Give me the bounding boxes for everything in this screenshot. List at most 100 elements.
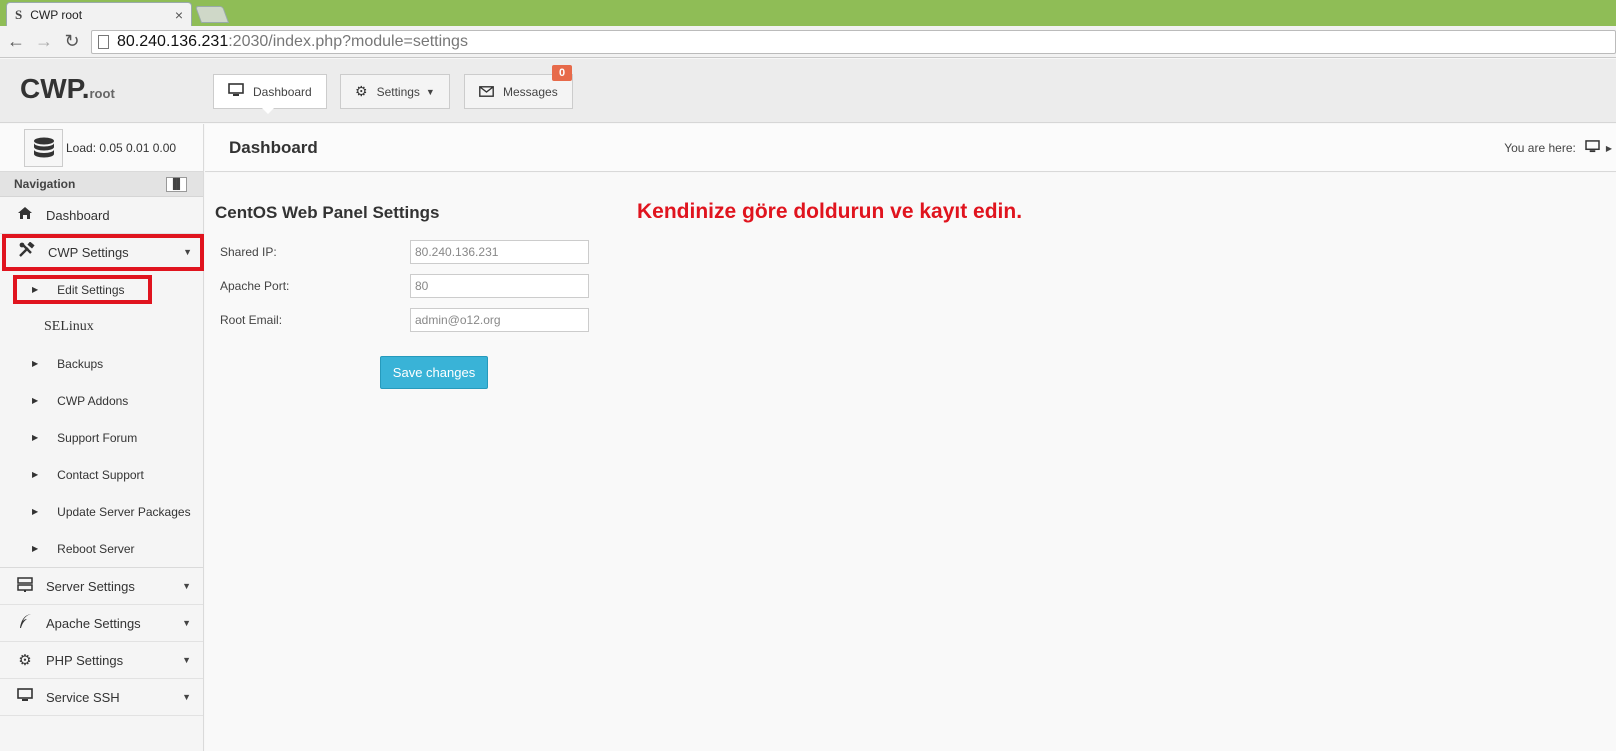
submenu-reboot-server[interactable]: ▶ Reboot Server bbox=[0, 530, 203, 567]
url-path: :2030/index.php?module=settings bbox=[228, 33, 468, 50]
caret-right-icon: ▶ bbox=[32, 507, 39, 516]
sidebar-item-apache-settings[interactable]: Apache Settings ▼ bbox=[0, 605, 203, 642]
sidebar-item-label: Server Settings bbox=[46, 578, 135, 594]
new-tab-button[interactable] bbox=[194, 6, 230, 23]
browser-tabstrip: S CWP root × bbox=[0, 0, 1616, 26]
caret-right-icon: ▶ bbox=[32, 544, 39, 553]
submenu-label: SELinux bbox=[44, 318, 94, 334]
back-icon[interactable]: ← bbox=[5, 30, 27, 52]
caret-right-icon: ▶ bbox=[32, 433, 39, 442]
database-icon[interactable] bbox=[24, 128, 63, 167]
apache-port-input[interactable] bbox=[410, 274, 589, 298]
submenu-backups[interactable]: ▶ Backups bbox=[0, 345, 203, 382]
monitor-icon bbox=[228, 83, 244, 100]
page-title: Dashboard bbox=[229, 138, 318, 157]
sidebar-item-dashboard[interactable]: Dashboard bbox=[0, 197, 203, 234]
forward-icon[interactable]: → bbox=[33, 30, 55, 52]
submenu-label: Backups bbox=[57, 356, 104, 371]
monitor-icon[interactable] bbox=[1585, 140, 1600, 156]
home-icon bbox=[12, 206, 38, 224]
page-icon bbox=[98, 35, 109, 49]
app-header: CWP.root Dashboard ⚙ Settings ▼ Messages… bbox=[0, 59, 1616, 123]
sidebar: Load: 0.05 0.01 0.00 Navigation ▐▌ Dashb… bbox=[0, 124, 204, 751]
logo-main: CWP bbox=[20, 73, 82, 104]
page-header: Dashboard You are here: ▶ bbox=[205, 124, 1616, 172]
browser-tab[interactable]: S CWP root × bbox=[6, 2, 192, 26]
sidebar-item-label: Apache Settings bbox=[46, 615, 141, 631]
submenu-edit-settings[interactable]: ▶ Edit Settings bbox=[0, 271, 203, 308]
submenu-label: Update Server Packages bbox=[57, 504, 191, 519]
chevron-down-icon: ▼ bbox=[182, 618, 191, 628]
sidebar-toggle-icon[interactable]: ▐▌ bbox=[166, 176, 187, 192]
chevron-down-icon: ▼ bbox=[425, 86, 435, 97]
tab-title: CWP root bbox=[30, 7, 83, 22]
settings-button[interactable]: ⚙ Settings ▼ bbox=[340, 74, 450, 109]
submenu-contact-support[interactable]: ▶ Contact Support bbox=[0, 456, 203, 493]
submenu-update-server-packages[interactable]: ▶ Update Server Packages bbox=[0, 493, 203, 530]
tab-favicon-icon: S bbox=[15, 6, 23, 22]
breadcrumb: You are here: ▶ bbox=[1504, 140, 1612, 156]
gear-icon: ⚙ bbox=[355, 83, 368, 99]
logo-sub: root bbox=[89, 86, 115, 101]
caret-right-icon: ▶ bbox=[32, 359, 39, 368]
submenu-label: Contact Support bbox=[57, 467, 144, 482]
submenu-selinux[interactable]: SELinux bbox=[0, 308, 203, 345]
annotation-text: Kendinize göre doldurun ve kayıt edin. bbox=[637, 200, 1023, 223]
chevron-down-icon: ▼ bbox=[182, 581, 191, 591]
navigation-heading: Navigation ▐▌ bbox=[0, 172, 203, 197]
save-changes-button[interactable]: Save changes bbox=[380, 356, 488, 389]
load-row: Load: 0.05 0.01 0.00 bbox=[0, 124, 203, 172]
monitor-icon bbox=[12, 688, 38, 706]
browser-toolbar: ← → ↻ 80.240.136.231:2030/index.php?modu… bbox=[0, 26, 1616, 58]
chevron-down-icon: ▼ bbox=[182, 692, 191, 702]
sidebar-item-label: CWP Settings bbox=[48, 244, 129, 260]
main-content: CentOS Web Panel Settings Kendinize göre… bbox=[205, 173, 1616, 751]
dashboard-button[interactable]: Dashboard bbox=[213, 74, 327, 109]
submenu-cwp-addons[interactable]: ▶ CWP Addons bbox=[0, 382, 203, 419]
cwp-settings-submenu: ▶ Edit Settings SELinux ▶ Backups ▶ CWP … bbox=[0, 271, 203, 568]
messages-label: Messages bbox=[503, 84, 558, 99]
tools-icon bbox=[14, 241, 40, 262]
submenu-label: CWP Addons bbox=[57, 393, 129, 408]
shared-ip-row: Shared IP: bbox=[220, 240, 589, 264]
shared-ip-input[interactable] bbox=[410, 240, 589, 264]
tab-close-icon[interactable]: × bbox=[175, 7, 183, 23]
shared-ip-label: Shared IP: bbox=[220, 245, 277, 259]
logo[interactable]: CWP.root bbox=[20, 73, 115, 105]
dashboard-label: Dashboard bbox=[253, 84, 312, 99]
caret-right-icon: ▶ bbox=[1605, 143, 1612, 153]
sidebar-item-label: PHP Settings bbox=[46, 652, 124, 668]
logo-dot: . bbox=[81, 73, 90, 104]
feather-icon bbox=[12, 613, 38, 633]
sidebar-item-label: Service SSH bbox=[46, 689, 120, 705]
sidebar-item-cwp-settings[interactable]: CWP Settings ▼ bbox=[2, 234, 204, 271]
settings-label: Settings bbox=[376, 84, 420, 99]
sidebar-item-label: Dashboard bbox=[46, 207, 110, 223]
root-email-input[interactable] bbox=[410, 308, 589, 332]
sidebar-item-server-settings[interactable]: Server Settings ▼ bbox=[0, 568, 203, 605]
submenu-support-forum[interactable]: ▶ Support Forum bbox=[0, 419, 203, 456]
caret-right-icon: ▶ bbox=[32, 396, 39, 405]
root-email-row: Root Email: bbox=[220, 308, 589, 332]
apache-port-row: Apache Port: bbox=[220, 274, 589, 298]
highlight-box bbox=[13, 275, 152, 304]
navigation-label: Navigation bbox=[14, 177, 76, 191]
active-pointer bbox=[262, 108, 274, 114]
caret-right-icon: ▶ bbox=[32, 470, 39, 479]
gear-icon: ⚙ bbox=[18, 652, 32, 669]
submenu-label: Support Forum bbox=[57, 430, 138, 445]
chevron-down-icon: ▼ bbox=[183, 247, 192, 257]
envelope-icon bbox=[479, 84, 494, 100]
submenu-label: Reboot Server bbox=[57, 541, 135, 556]
messages-count-badge: 0 bbox=[552, 65, 572, 81]
breadcrumb-label: You are here: bbox=[1504, 141, 1576, 155]
panel-title: CentOS Web Panel Settings bbox=[215, 203, 440, 222]
load-average: Load: 0.05 0.01 0.00 bbox=[66, 140, 177, 155]
sidebar-item-php-settings[interactable]: ⚙ PHP Settings ▼ bbox=[0, 642, 203, 679]
apache-port-label: Apache Port: bbox=[220, 279, 290, 293]
sidebar-item-service-ssh[interactable]: Service SSH ▼ bbox=[0, 679, 203, 716]
chevron-down-icon: ▼ bbox=[182, 655, 191, 665]
server-icon bbox=[12, 576, 38, 596]
address-bar[interactable]: 80.240.136.231:2030/index.php?module=set… bbox=[91, 30, 1616, 54]
reload-icon[interactable]: ↻ bbox=[61, 30, 83, 52]
